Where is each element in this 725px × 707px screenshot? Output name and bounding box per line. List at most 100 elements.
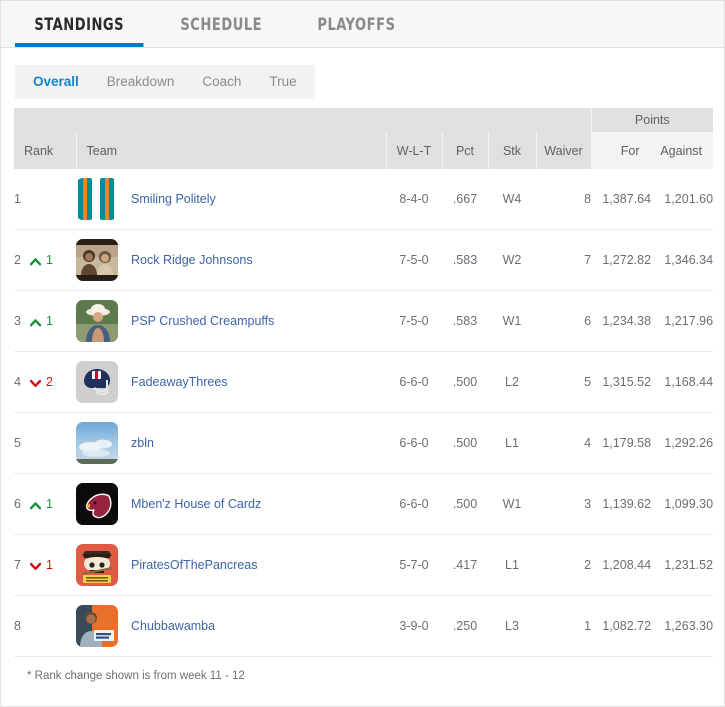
cell-points-against: 1,217.96 [664,314,714,328]
cell-points-for: 1,272.82 [602,253,652,267]
subtab-breakdown[interactable]: Breakdown [93,65,189,99]
cell-team: PiratesOfThePancreas [76,535,386,596]
cell-team: zbln [76,413,386,474]
avatar[interactable] [76,605,118,647]
rank-change: 1 [29,558,53,572]
cell-pct: .667 [452,192,478,206]
team-name-link[interactable]: Rock Ridge Johnsons [131,253,253,267]
team-name-link[interactable]: Mben'z House of Cardz [131,497,261,511]
team-name-link[interactable]: Chubbawamba [131,619,215,633]
cell-record: 6-6-0 [399,497,429,511]
cell-stk: W2 [502,253,522,267]
cell-stk: L2 [505,375,519,389]
rank-value: 4 [14,374,21,389]
cell-rank: 8 [14,596,76,657]
cell-points-against: 1,201.60 [664,192,714,206]
cell-pct: .500 [452,436,478,450]
rank-value: 7 [14,557,21,572]
table-row: 4 2 FadeawayThrees 6-6-0.500 L2 5 1,315.52 1,16… [14,352,714,413]
cell-record: 6-6-0 [399,436,429,450]
rank-change-value: 1 [45,253,53,268]
avatar[interactable] [76,300,118,342]
rank-up-icon [29,499,42,510]
subtab-true[interactable]: True [255,65,310,99]
team-name-link[interactable]: Smiling Politely [131,192,216,206]
col-header-pct[interactable]: Pct [441,132,488,169]
avatar[interactable] [76,361,118,403]
cell-waiver: 5 [584,375,592,389]
tab-playoffs[interactable]: PLAYOFFS [298,1,415,47]
cell-points-for: 1,234.38 [602,314,652,328]
group-header-points: Points [590,108,714,132]
col-header-waiver[interactable]: Waiver [535,132,592,169]
cell-points-against: 1,231.52 [664,558,714,572]
cell-waiver: 1 [584,619,592,633]
rank-change-value: 1 [45,497,53,512]
cell-rank: 1 [14,169,76,230]
col-header-rank[interactable]: Rank [14,132,76,169]
avatar[interactable] [76,483,118,525]
avatar[interactable] [76,544,118,586]
tab-standings[interactable]: STANDINGS [15,1,144,47]
avatar[interactable] [76,239,118,281]
cell-stk: W1 [502,497,522,511]
rank-value: 8 [14,619,21,633]
table-row: 1 Smiling Politely 8-4-0 .667 W4 8 1,387.64 1,2… [14,169,714,230]
cell-waiver: 7 [584,253,592,267]
cell-points-against: 1,099.30 [664,497,714,511]
sub-tab-bar: Overall Breakdown Coach True [1,48,724,100]
subtab-coach[interactable]: Coach [188,65,255,99]
cell-team: Smiling Politely [76,169,386,230]
cell-pct: .500 [452,497,478,511]
rank-change: 1 [29,497,53,512]
rank-change: 1 [29,314,53,329]
team-name-link[interactable]: FadeawayThrees [131,375,228,389]
cell-points-for: 1,208.44 [602,558,652,572]
col-header-stk[interactable]: Stk [487,132,536,169]
subtab-overall[interactable]: Overall [19,65,93,99]
cell-record: 7-5-0 [399,314,429,328]
rank-change-value: 1 [45,314,53,329]
cell-rank: 61 [14,474,76,535]
cell-pct: .250 [452,619,478,633]
table-row: 7 1 PiratesOfThePancreas 5-7-0.417 L1 2 1,208.… [14,535,714,596]
cell-record: 6-6-0 [399,375,429,389]
rank-value: 2 [14,252,21,267]
col-header-record[interactable]: W-L-T [385,132,442,169]
col-header-team[interactable]: Team [75,132,386,169]
group-header-row: Points [14,108,714,132]
team-name-link[interactable]: PSP Crushed Creampuffs [131,314,274,328]
cell-pct: .583 [452,314,478,328]
rank-down-icon [29,560,42,570]
cell-stk: L1 [505,558,519,572]
avatar[interactable] [76,422,118,464]
cell-rank: 5 [14,413,76,474]
cell-points-for: 1,082.72 [602,619,652,633]
rank-up-icon [29,316,42,327]
rank-value: 6 [14,496,21,511]
cell-waiver: 3 [584,497,592,511]
rank-value: 5 [14,436,21,450]
cell-rank: 71 [14,535,76,596]
table-row: 5 zbln 6-6-0 .500 L1 4 1,179.58 1,292.26 [14,413,714,474]
cell-record: 5-7-0 [399,558,429,572]
cell-points-against: 1,263.30 [664,619,714,633]
cell-team: Rock Ridge Johnsons [76,230,386,291]
avatar[interactable] [76,178,118,220]
tab-schedule[interactable]: SCHEDULE [161,1,282,47]
cell-stk: L1 [505,436,519,450]
cell-team: FadeawayThrees [76,352,386,413]
cell-record: 7-5-0 [399,253,429,267]
cell-points-for: 1,387.64 [602,192,652,206]
table-row: 3 1 PSP Crushed Creampuffs 7-5-0.583 W1 6 1,23… [14,291,714,352]
tab-schedule-label: SCHEDULE [180,14,263,34]
team-name-link[interactable]: PiratesOfThePancreas [131,558,257,572]
team-name-link[interactable]: zbln [131,436,154,450]
standings-table: Points Rank Team W-L-T Pct Stk Waiver Fo… [14,108,714,657]
cell-rank: 21 [14,230,76,291]
tab-playoffs-label: PLAYOFFS [317,14,396,34]
col-header-points-for[interactable]: For [590,132,652,169]
rank-change-value: 2 [45,375,53,390]
cell-points-for: 1,315.52 [602,375,652,389]
col-header-points-against[interactable]: Against [650,132,714,169]
